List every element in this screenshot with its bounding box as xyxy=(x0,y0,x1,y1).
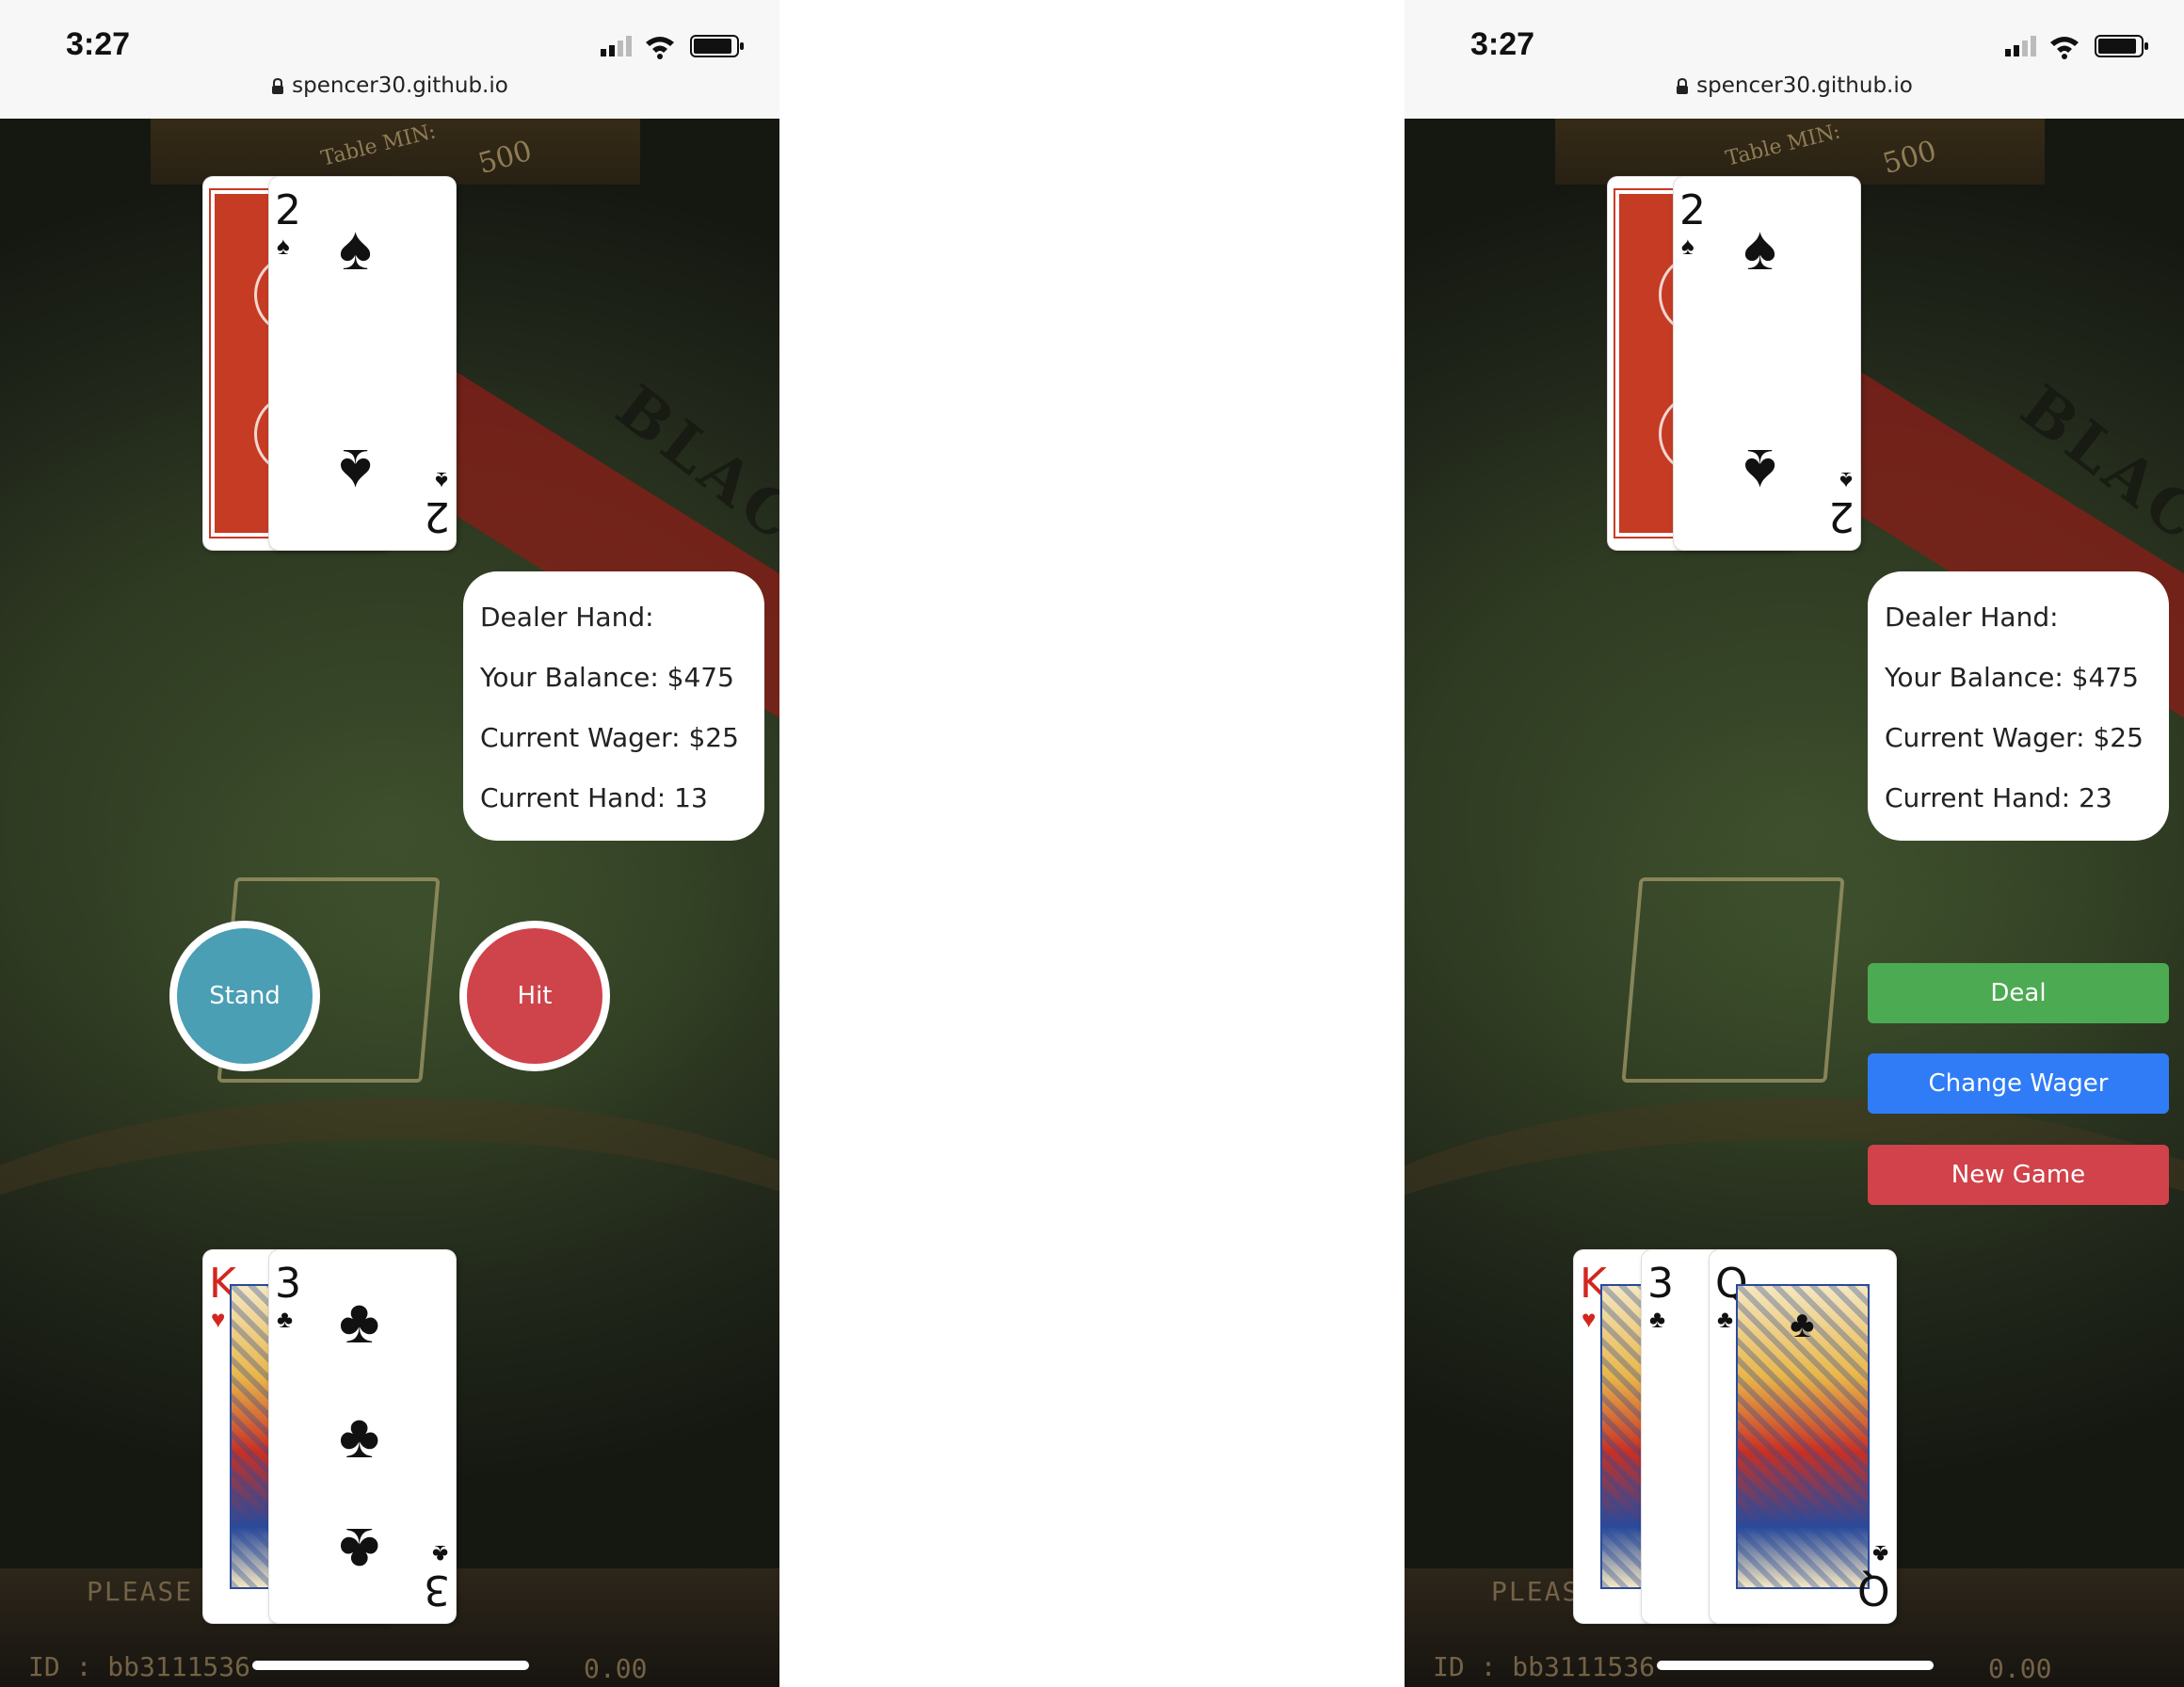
card-rank-bottom: 2 xyxy=(1828,492,1855,540)
new-game-button[interactable]: New Game xyxy=(1868,1145,2169,1205)
dealer-card-face: 2 ♠ ♠ ♠ 2 ♠ xyxy=(269,177,456,550)
balance-label: Your Balance: $475 xyxy=(480,662,734,693)
club-icon: ♣ xyxy=(339,1516,380,1585)
card-rank-bottom: 2 xyxy=(424,492,450,540)
club-icon: ♣ xyxy=(339,1401,380,1470)
heart-icon: ♥ xyxy=(1582,1305,1597,1333)
spade-icon: ♠ xyxy=(1743,437,1777,506)
table-please-text: PLEAS xyxy=(1491,1576,1581,1607)
home-indicator[interactable] xyxy=(1657,1661,1934,1670)
table-please-text: PLEASE xyxy=(87,1576,194,1607)
status-bar: 3:27 spencer30.github.io xyxy=(0,0,779,119)
bet-box-outline xyxy=(1621,877,1845,1083)
table-id-text: ID : bb3111536 xyxy=(28,1651,251,1682)
player-card: 3 ♣ ♣ ♣ ♣ 3 ♣ xyxy=(269,1250,456,1623)
lock-icon xyxy=(272,78,284,94)
wifi-icon xyxy=(2050,37,2079,59)
spade-icon: ♠ xyxy=(1839,467,1853,495)
spade-icon: ♠ xyxy=(435,467,448,495)
phone-screen-right: 3:27 spencer30.github.io Table MIN: 500 … xyxy=(1405,0,2184,1687)
game-info-panel: Dealer Hand: Your Balance: $475 Current … xyxy=(463,571,764,841)
club-icon: ♣ xyxy=(1871,1540,1888,1568)
table-balance-display: 0.00 xyxy=(584,1653,648,1684)
player-card: Q ♣ ♣ Q ♣ xyxy=(1710,1250,1896,1623)
queen-face-art: ♣ xyxy=(1736,1284,1870,1589)
game-info-panel: Dealer Hand: Your Balance: $475 Current … xyxy=(1868,571,2169,841)
system-status-icons xyxy=(2005,35,2148,59)
home-indicator[interactable] xyxy=(252,1661,529,1670)
current-hand-label: Current Hand: 13 xyxy=(480,782,708,813)
spade-icon: ♠ xyxy=(1681,232,1694,260)
signal-icon xyxy=(601,36,632,56)
stand-button[interactable]: Stand xyxy=(169,921,320,1071)
card-rank-bottom: 3 xyxy=(424,1566,450,1614)
table-id-text: ID : bb3111536 xyxy=(1433,1651,1656,1682)
card-rank: 2 xyxy=(1679,186,1706,234)
club-icon: ♣ xyxy=(277,1305,294,1333)
card-rank: 3 xyxy=(275,1260,301,1308)
spade-icon: ♠ xyxy=(339,213,373,282)
status-time: 3:27 xyxy=(1470,26,1535,62)
status-bar: 3:27 spencer30.github.io xyxy=(1405,0,2184,119)
card-rank: 2 xyxy=(275,186,301,234)
club-icon: ♣ xyxy=(1717,1305,1734,1333)
battery-icon xyxy=(2095,35,2148,57)
wager-label: Current Wager: $25 xyxy=(1885,722,2144,753)
lock-icon xyxy=(1677,78,1689,94)
phone-screen-left: 3:27 spencer30.github.io Table MIN: 500 … xyxy=(0,0,779,1687)
signal-icon xyxy=(2005,36,2036,56)
battery-icon xyxy=(690,35,744,57)
club-icon: ♣ xyxy=(1649,1305,1666,1333)
current-hand-label: Current Hand: 23 xyxy=(1885,782,2112,813)
change-wager-button[interactable]: Change Wager xyxy=(1868,1053,2169,1114)
dealer-hand-label: Dealer Hand: xyxy=(1885,602,2059,633)
status-time: 3:27 xyxy=(66,26,131,62)
address-url: spencer30.github.io xyxy=(1696,73,1913,98)
spade-icon: ♠ xyxy=(339,437,373,506)
wifi-icon xyxy=(646,37,674,59)
table-balance-display: 0.00 xyxy=(1988,1653,2052,1684)
spade-icon: ♠ xyxy=(1743,213,1777,282)
dealer-hand-label: Dealer Hand: xyxy=(480,602,654,633)
balance-label: Your Balance: $475 xyxy=(1885,662,2139,693)
card-rank-bottom: Q xyxy=(1857,1566,1890,1614)
spade-icon: ♠ xyxy=(277,232,290,260)
wager-label: Current Wager: $25 xyxy=(480,722,739,753)
deal-button[interactable]: Deal xyxy=(1868,963,2169,1023)
system-status-icons xyxy=(601,35,744,59)
club-icon: ♣ xyxy=(339,1286,380,1356)
hit-button[interactable]: Hit xyxy=(459,921,610,1071)
dealer-card-face: 2 ♠ ♠ ♠ 2 ♠ xyxy=(1674,177,1860,550)
address-bar[interactable]: spencer30.github.io xyxy=(1405,73,2184,98)
address-bar[interactable]: spencer30.github.io xyxy=(0,73,779,98)
club-icon: ♣ xyxy=(431,1540,448,1568)
address-url: spencer30.github.io xyxy=(292,73,508,98)
club-icon: ♣ xyxy=(1790,1304,1815,1346)
card-rank: 3 xyxy=(1647,1260,1674,1308)
heart-icon: ♥ xyxy=(211,1305,226,1333)
